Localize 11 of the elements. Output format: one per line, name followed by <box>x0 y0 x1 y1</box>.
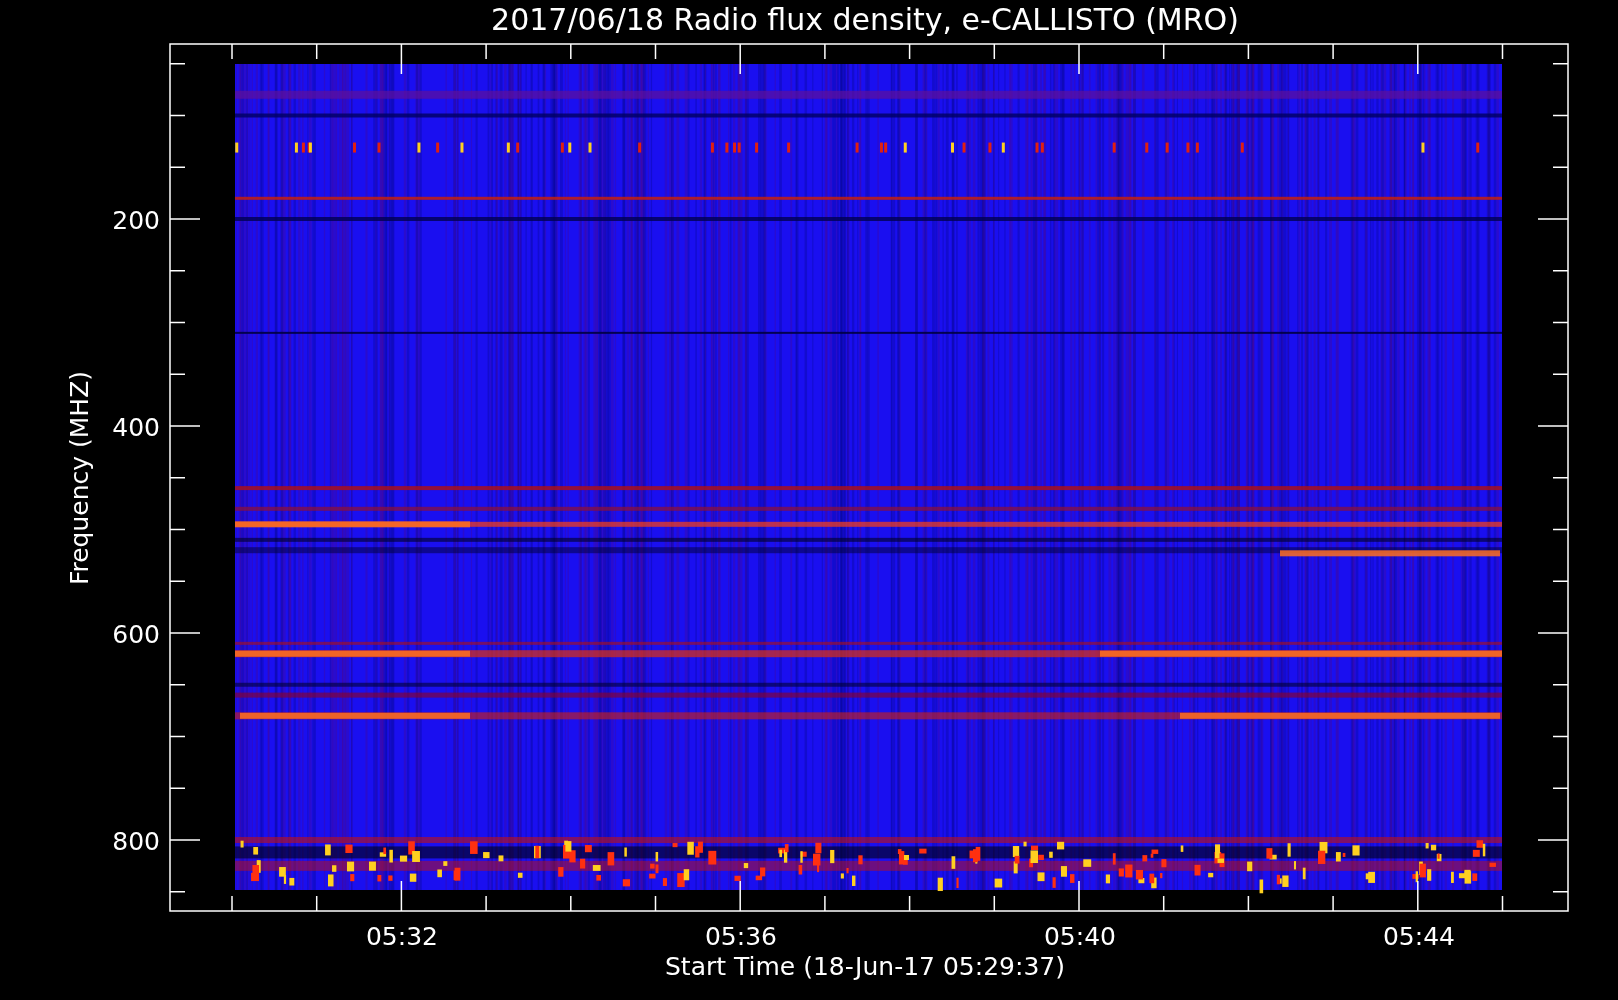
tick-label: 05:36 <box>705 922 777 951</box>
tick-label: 05:32 <box>366 922 438 951</box>
tick-label: 600 <box>112 620 160 649</box>
axis-label: Frequency (MHZ) <box>65 370 94 586</box>
axis-label: Start Time (18-Jun-17 05:29:37) <box>665 952 1065 981</box>
tick-label: 05:44 <box>1383 922 1455 951</box>
tick-label: 800 <box>112 827 160 856</box>
tick-label: 400 <box>112 413 160 442</box>
tick-label: 200 <box>112 206 160 235</box>
tick-label: 05:40 <box>1044 922 1116 951</box>
chart-title: 2017/06/18 Radio flux density, e-CALLISTO (MRO) <box>491 2 1239 37</box>
